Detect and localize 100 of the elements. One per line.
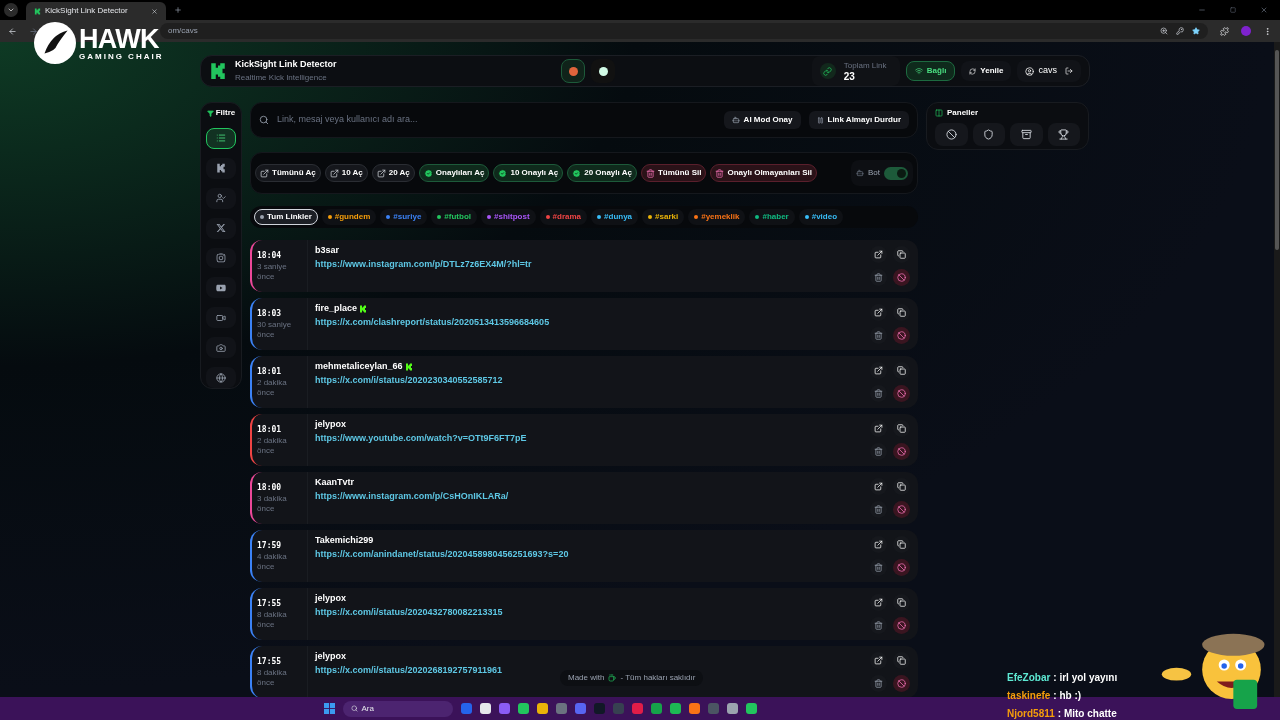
block-button[interactable]	[893, 443, 910, 460]
windows-start-icon[interactable]	[323, 703, 335, 714]
link-url[interactable]: https://x.com/i/status/2020230340552585712	[315, 373, 870, 387]
block-button[interactable]	[893, 327, 910, 344]
link-url[interactable]: https://www.instagram.com/p/DTLz7z6EX4M/?hl=tr	[315, 257, 870, 271]
tag-filter-chip[interactable]: Tum Linkler	[254, 209, 318, 225]
avatar[interactable]	[591, 59, 615, 83]
delete-button[interactable]	[870, 501, 887, 518]
taskbar-app-icon[interactable]	[479, 703, 491, 714]
copy-button[interactable]	[893, 536, 910, 553]
tag-filter-chip[interactable]: #haber	[749, 209, 795, 225]
open-link-button[interactable]	[870, 652, 887, 669]
link-url[interactable]: https://x.com/clashreport/status/2020513413596684605	[315, 315, 870, 329]
tag-filter-chip[interactable]: #gundem	[321, 209, 377, 225]
block-button[interactable]	[893, 385, 910, 402]
block-button[interactable]	[893, 675, 910, 692]
filter-button[interactable]	[206, 217, 236, 239]
tag-filter-chip[interactable]: #sarki	[642, 209, 685, 225]
toolbar-button[interactable]: AI Mod Onay	[723, 111, 801, 129]
action-button[interactable]: Tümünü Sil	[640, 164, 707, 182]
address-bar[interactable]: om/cavs	[160, 23, 1208, 39]
refresh-button[interactable]: Yenile	[961, 61, 1012, 81]
taskbar-app-icon[interactable]	[536, 703, 548, 714]
wifi-icon	[914, 67, 923, 75]
zoom-icon[interactable]	[1160, 27, 1168, 35]
panel-button[interactable]	[1047, 123, 1080, 146]
link-url[interactable]: https://x.com/i/status/2020432780082213315	[315, 605, 870, 619]
link-url[interactable]: https://www.youtube.com/watch?v=OTt9F6FT7pE	[315, 431, 870, 445]
delete-button[interactable]	[870, 327, 887, 344]
search-icon	[259, 115, 269, 125]
extensions-icon[interactable]	[1220, 26, 1229, 36]
taskbar-app-icon[interactable]	[517, 703, 529, 714]
key-icon[interactable]	[1176, 27, 1184, 35]
filter-button[interactable]	[206, 307, 236, 329]
link-url[interactable]: https://x.com/anindanet/status/2020458980456251693?s=20	[315, 547, 870, 561]
action-button[interactable]: 20 Aç	[371, 164, 415, 182]
tag-filter-chip[interactable]: #shitpost	[481, 209, 536, 225]
new-tab-icon[interactable]	[174, 6, 182, 14]
delete-button[interactable]	[870, 617, 887, 634]
taskbar-search-field[interactable]: Ara	[342, 700, 453, 717]
taskbar-app-icon[interactable]	[726, 703, 738, 714]
copy-button[interactable]	[893, 478, 910, 495]
copy-button[interactable]	[893, 652, 910, 669]
tag-filter-chip[interactable]: #futbol	[431, 209, 477, 225]
open-link-button[interactable]	[870, 246, 887, 263]
panel-button[interactable]	[1010, 123, 1043, 146]
action-button[interactable]: Tümünü Aç	[255, 164, 321, 182]
close-icon[interactable]	[151, 7, 158, 15]
taskbar-app-icon[interactable]	[745, 703, 757, 714]
action-button[interactable]: Onaylıları Aç	[418, 164, 490, 182]
action-button[interactable]: 20 Onaylı Aç	[567, 164, 637, 182]
copy-button[interactable]	[893, 246, 910, 263]
filter-button[interactable]	[206, 157, 236, 179]
copy-button[interactable]	[893, 420, 910, 437]
tag-filter-chip[interactable]: #video	[798, 209, 844, 225]
filter-button[interactable]	[206, 247, 236, 269]
connection-status-button[interactable]: Bağlı	[905, 61, 956, 81]
block-button[interactable]	[893, 501, 910, 518]
open-link-button[interactable]	[870, 594, 887, 611]
action-button[interactable]: Onaylı Olmayanları Sil	[710, 164, 817, 182]
panel-button[interactable]	[972, 123, 1005, 146]
link-url[interactable]: https://www.instagram.com/p/CsHOnIKLARa/	[315, 489, 870, 503]
block-button[interactable]	[893, 269, 910, 286]
block-button[interactable]	[893, 617, 910, 634]
toolbar-button[interactable]: Link Almayı Durdur	[808, 111, 909, 129]
copy-button[interactable]	[893, 362, 910, 379]
block-button[interactable]	[893, 559, 910, 576]
delete-button[interactable]	[870, 675, 887, 692]
delete-button[interactable]	[870, 385, 887, 402]
delete-button[interactable]	[870, 269, 887, 286]
open-link-button[interactable]	[870, 536, 887, 553]
delete-button[interactable]	[870, 559, 887, 576]
taskbar-app-icon[interactable]	[669, 703, 681, 714]
bot-switch[interactable]	[884, 166, 908, 180]
open-link-button[interactable]	[870, 304, 887, 321]
taskbar-app-icon[interactable]	[688, 703, 700, 714]
forward-icon[interactable]	[29, 26, 38, 36]
action-button[interactable]: 10 Aç	[324, 164, 368, 182]
bookmark-star-icon[interactable]	[1192, 27, 1200, 35]
tag-filter-chip[interactable]: #dunya	[591, 209, 639, 225]
filter-button[interactable]	[206, 367, 236, 388]
filter-button[interactable]	[206, 128, 236, 149]
open-link-button[interactable]	[870, 478, 887, 495]
delete-button[interactable]	[870, 443, 887, 460]
copy-button[interactable]	[893, 594, 910, 611]
tag-filter-chip[interactable]: #yemeklik	[688, 209, 746, 225]
tab-list-button[interactable]	[4, 3, 18, 17]
open-link-button[interactable]	[870, 362, 887, 379]
tag-filter-chip[interactable]: #suriye	[380, 209, 428, 225]
action-button[interactable]: 10 Onaylı Aç	[493, 164, 564, 182]
search-field[interactable]: Link, mesaj veya kullanıcı adı ara... AI Mod Onay Link Almayı Durdur	[250, 102, 918, 138]
copy-button[interactable]	[893, 304, 910, 321]
filter-button[interactable]	[206, 277, 236, 299]
panel-button[interactable]	[935, 123, 968, 146]
back-icon[interactable]	[8, 26, 17, 36]
open-link-button[interactable]	[870, 420, 887, 437]
browser-tab[interactable]: KickSight Link Detector	[26, 2, 166, 20]
menu-icon[interactable]	[1263, 26, 1272, 36]
tag-filter-chip[interactable]: #drama	[539, 209, 588, 225]
user-menu-button[interactable]: cavs	[1017, 60, 1081, 82]
